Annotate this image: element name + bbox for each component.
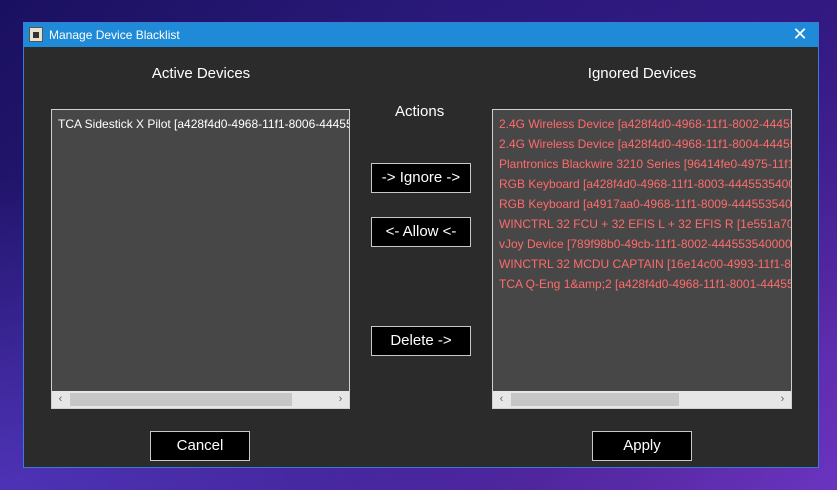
app-icon bbox=[29, 27, 43, 42]
ignored-devices-list[interactable]: 2.4G Wireless Device [a428f4d0-4968-11f1… bbox=[492, 109, 792, 409]
list-item[interactable]: 2.4G Wireless Device [a428f4d0-4968-11f1… bbox=[499, 134, 791, 154]
allow-button[interactable]: <- Allow <- bbox=[371, 217, 471, 247]
close-button[interactable]: ✕ bbox=[792, 24, 808, 44]
ignored-devices-items: 2.4G Wireless Device [a428f4d0-4968-11f1… bbox=[499, 114, 791, 390]
active-devices-heading: Active Devices bbox=[151, 65, 251, 82]
ignore-button[interactable]: -> Ignore -> bbox=[371, 163, 471, 193]
scroll-left-icon[interactable]: ‹ bbox=[52, 391, 69, 408]
list-item[interactable]: vJoy Device [789f98b0-49cb-11f1-8002-444… bbox=[499, 234, 791, 254]
cancel-button[interactable]: Cancel bbox=[150, 431, 250, 461]
list-item[interactable]: RGB Keyboard [a428f4d0-4968-11f1-8003-44… bbox=[499, 174, 791, 194]
active-devices-items: TCA Sidestick X Pilot [a428f4d0-4968-11f… bbox=[58, 114, 349, 390]
list-item[interactable]: WINCTRL 32 MCDU CAPTAIN [16e14c00-4993-1… bbox=[499, 254, 791, 274]
scroll-right-icon[interactable]: › bbox=[774, 391, 791, 408]
delete-button[interactable]: Delete -> bbox=[371, 326, 471, 356]
list-item[interactable]: 2.4G Wireless Device [a428f4d0-4968-11f1… bbox=[499, 114, 791, 134]
list-item[interactable]: TCA Q-Eng 1&amp;2 [a428f4d0-4968-11f1-80… bbox=[499, 274, 791, 294]
list-item[interactable]: RGB Keyboard [a4917aa0-4968-11f1-8009-44… bbox=[499, 194, 791, 214]
title-bar[interactable]: Manage Device Blacklist ✕ bbox=[24, 23, 818, 47]
ignored-list-horizontal-scrollbar[interactable]: ‹ › bbox=[493, 391, 791, 408]
scroll-thumb[interactable] bbox=[511, 393, 679, 406]
scroll-thumb[interactable] bbox=[70, 393, 292, 406]
active-devices-list[interactable]: TCA Sidestick X Pilot [a428f4d0-4968-11f… bbox=[51, 109, 350, 409]
list-item[interactable]: WINCTRL 32 FCU + 32 EFIS L + 32 EFIS R [… bbox=[499, 214, 791, 234]
window-title: Manage Device Blacklist bbox=[49, 28, 180, 42]
actions-label: Actions bbox=[395, 103, 445, 120]
ignored-devices-heading: Ignored Devices bbox=[587, 65, 697, 82]
list-item[interactable]: TCA Sidestick X Pilot [a428f4d0-4968-11f… bbox=[58, 114, 349, 134]
manage-blacklist-dialog: Manage Device Blacklist ✕ Active Devices… bbox=[23, 22, 819, 468]
apply-button[interactable]: Apply bbox=[592, 431, 692, 461]
scroll-left-icon[interactable]: ‹ bbox=[493, 391, 510, 408]
scroll-right-icon[interactable]: › bbox=[332, 391, 349, 408]
list-item[interactable]: Plantronics Blackwire 3210 Series [96414… bbox=[499, 154, 791, 174]
active-list-horizontal-scrollbar[interactable]: ‹ › bbox=[52, 391, 349, 408]
